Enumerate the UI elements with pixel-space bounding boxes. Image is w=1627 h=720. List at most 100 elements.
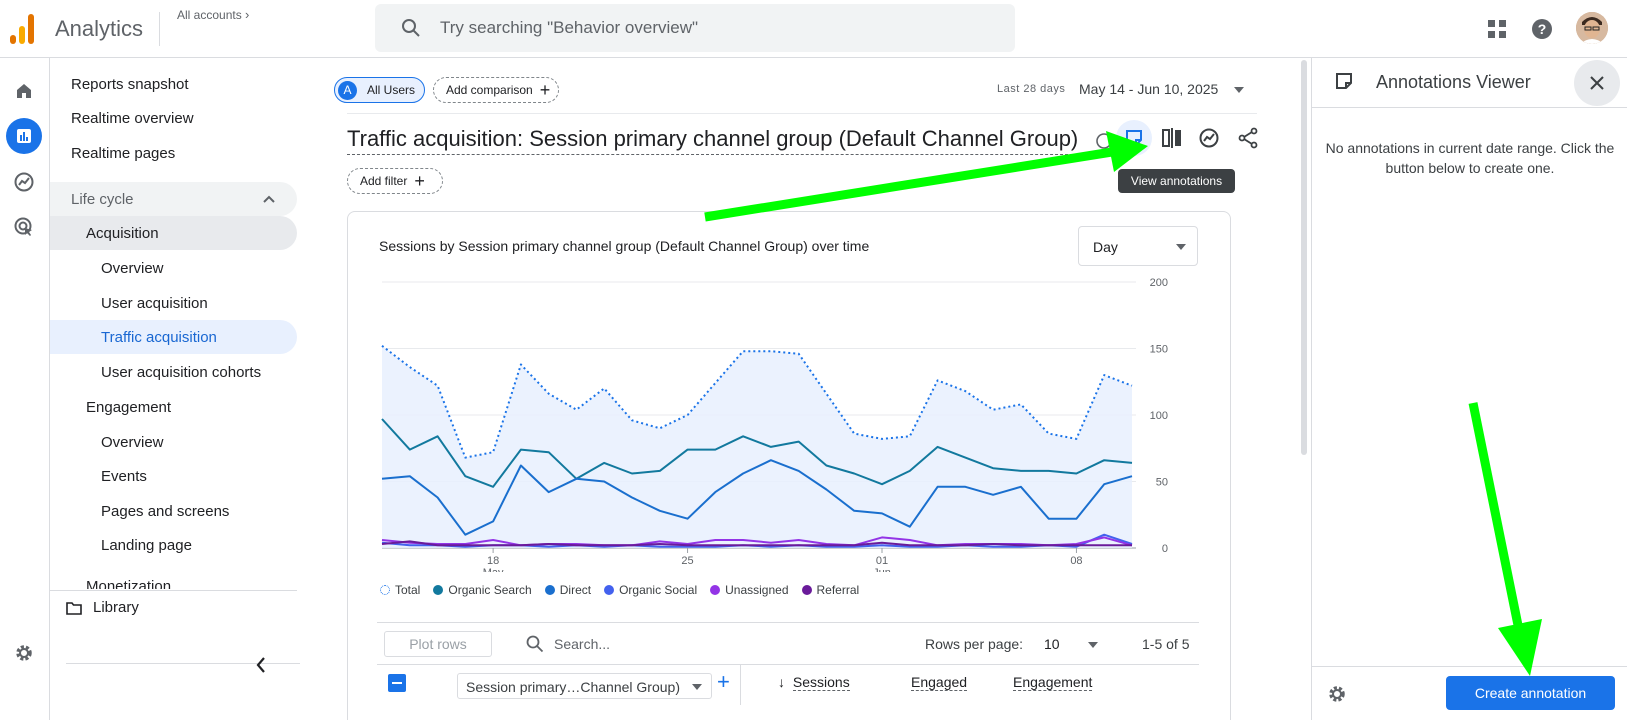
nav-section-lifecycle[interactable]: Life cycle [50,182,297,216]
compare-columns-icon[interactable] [1161,128,1183,148]
caret-down-icon [1234,87,1245,94]
add-dimension-plus-icon[interactable]: + [717,669,730,695]
advertising-button[interactable] [6,209,42,245]
search-icon [526,635,544,653]
share-icon[interactable] [1237,127,1259,149]
divider [377,622,1199,623]
x-tick-month-label: Jun [873,567,891,572]
view-annotations-tooltip: View annotations [1118,169,1235,193]
nav-item-pages-and-screens[interactable]: Pages and screens [50,494,297,528]
gear-icon[interactable] [1326,683,1348,705]
account-breadcrumb[interactable]: All accounts › [177,7,249,22]
nav-item-user-acquisition-cohorts[interactable]: User acquisition cohorts [50,355,297,389]
x-tick-label: 01 [876,555,888,567]
legend-item[interactable]: Referral [801,583,859,597]
rows-per-page-select[interactable]: 10 [1034,629,1106,659]
home-button[interactable] [6,73,42,109]
apps-grid-icon[interactable] [1484,16,1510,42]
folder-icon [66,602,82,615]
dimension-select[interactable]: Session primary…Channel Group) [457,673,712,699]
nav-item-reports-snapshot[interactable]: Reports snapshot [50,67,297,101]
segment-chip-all-users[interactable]: A All Users [334,77,425,103]
column-engagement-header[interactable]: Engagement [1013,674,1093,691]
report-title[interactable]: Traffic acquisition: Session primary cha… [347,126,1079,155]
date-range-picker[interactable]: May 14 - Jun 10, 2025 [1079,81,1245,97]
legend-dot-icon [544,585,555,595]
search-bar[interactable]: Try searching "Behavior overview" [375,4,1015,52]
segment-label: All Users [367,83,416,97]
chevron-right-icon: › [245,7,250,22]
y-tick-label: 50 [1156,477,1168,489]
target-cursor-icon [14,217,32,236]
legend-item[interactable]: Total [380,583,420,597]
caret-down-icon [692,684,702,690]
add-comparison-button[interactable]: Add comparison + [433,77,559,103]
avatar[interactable] [1576,12,1608,44]
line-chart[interactable]: 0 50 100 150 200 18May 25 01Jun 08 [348,272,1232,572]
insights-icon[interactable] [1198,127,1220,149]
close-icon [1590,76,1604,90]
column-engaged-header[interactable]: Engaged [911,674,968,691]
granularity-value: Day [1093,239,1118,255]
reports-button[interactable] [6,118,42,154]
nav-item-library[interactable]: Library [50,590,297,624]
nav-item-events[interactable]: Events [50,459,297,493]
nav-item-realtime-pages[interactable]: Realtime pages [50,136,297,170]
app-title[interactable]: Analytics [55,16,143,42]
main-scrollbar[interactable] [1301,60,1307,455]
column-sessions-header[interactable]: ↓ Sessions [778,674,850,691]
legend-label: Organic Social [619,583,698,597]
segment-badge: A [338,80,357,100]
y-tick-label: 200 [1150,277,1168,289]
legend-dot-icon [604,585,615,595]
plot-rows-button[interactable]: Plot rows [384,631,492,657]
close-panel-button[interactable] [1574,60,1620,106]
chevron-up-icon [263,195,275,203]
legend-dot-icon [380,585,390,595]
select-all-checkbox[interactable] [388,674,406,692]
chart-title: Sessions by Session primary channel grou… [379,238,870,254]
add-filter-label: Add filter [360,174,408,188]
collapse-nav-chevron-icon[interactable] [255,656,267,674]
nav-group-monetization[interactable]: Monetization [50,563,297,589]
table-search-input[interactable]: Search... [554,636,854,652]
create-annotation-button[interactable]: Create annotation [1446,676,1615,710]
legend-dot-icon [801,585,812,595]
user-photo-icon [1576,12,1608,44]
y-tick-label: 150 [1150,344,1168,356]
plus-icon: + [539,80,551,100]
caret-down-icon [1088,642,1098,648]
annotation-note-icon [1126,130,1142,146]
nav-group-engagement[interactable]: Engagement [50,390,297,424]
legend-dot-icon [710,585,721,595]
nav-item-user-acquisition[interactable]: User acquisition [50,286,297,320]
nav-item-acq-overview[interactable]: Overview [50,251,297,285]
explore-button[interactable] [6,164,42,200]
view-annotations-button[interactable] [1116,120,1152,156]
sort-arrow-down-icon: ↓ [778,674,785,690]
legend-label: Direct [559,583,592,597]
report-main: A All Users Add comparison + Last 28 day… [300,58,1302,720]
legend-item[interactable]: Organic Social [604,583,697,597]
x-tick-label: 18 [487,555,499,567]
granularity-select[interactable]: Day [1078,226,1198,266]
legend-item[interactable]: Unassigned [710,583,789,597]
nav-item-realtime-overview[interactable]: Realtime overview [50,101,297,135]
legend-item[interactable]: Direct [544,583,592,597]
account-breadcrumb-label: All accounts [177,8,242,22]
nav-group-label: Engagement [86,398,172,416]
nav-item-traffic-acquisition[interactable]: Traffic acquisition [50,320,297,354]
add-filter-button[interactable]: Add filter + [347,168,443,194]
nav-item-landing-page[interactable]: Landing page [50,528,297,562]
nav-item-eng-overview[interactable]: Overview [50,425,297,459]
help-icon[interactable]: ? [1529,16,1555,42]
nav-group-acquisition[interactable]: Acquisition [50,216,297,250]
legend-item[interactable]: Organic Search [433,583,532,597]
analytics-logo-icon[interactable] [10,14,36,44]
date-range-text: May 14 - Jun 10, 2025 [1079,81,1219,97]
legend-label: Total [395,583,421,597]
nav-section-label: Life cycle [71,190,134,208]
check-circle-icon[interactable] [1095,132,1113,150]
chart-legend: Total Organic Search Direct Organic Social U… [380,580,872,600]
admin-settings-button[interactable] [6,635,42,671]
